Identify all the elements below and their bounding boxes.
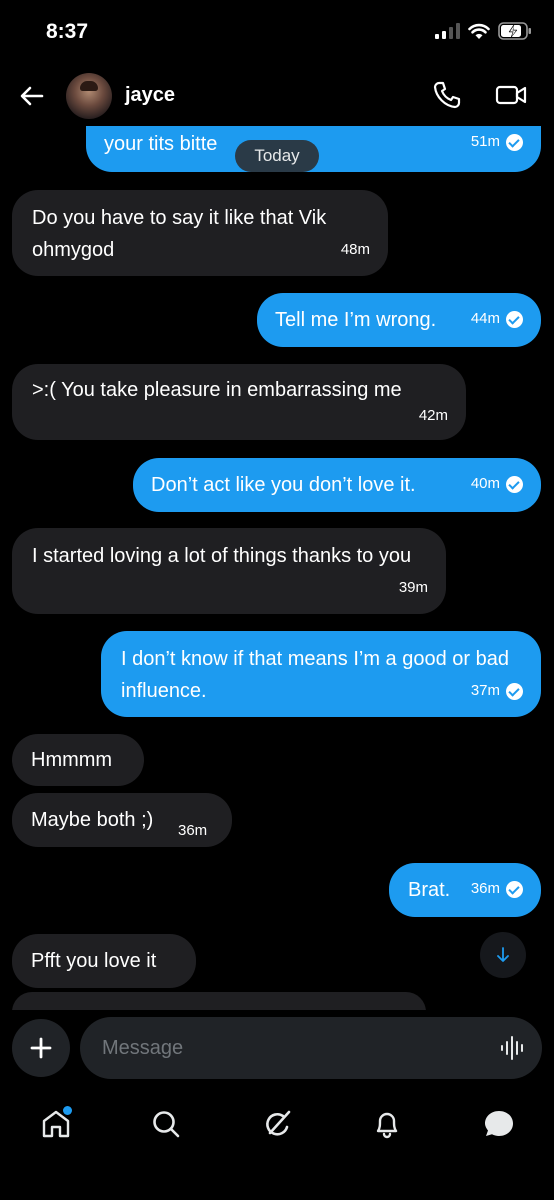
message-time: 48m	[340, 241, 370, 258]
message-bubble-incoming[interactable]: Do you have to say it like that Vik ohmy…	[12, 190, 388, 276]
message-composer	[0, 1012, 554, 1086]
wifi-icon	[468, 23, 490, 39]
message-bubble-incoming[interactable]: >:( You take pleasure in embarrassing me…	[12, 364, 466, 440]
arrow-down-icon	[497, 947, 509, 962]
read-receipt-icon	[506, 682, 523, 700]
search-icon	[153, 1111, 180, 1138]
message-bubble-incoming[interactable]: Pfft you love it	[12, 934, 196, 988]
message-text: I started loving a lot of things thanks …	[32, 545, 412, 567]
date-separator: Today	[235, 140, 319, 172]
message-meta: 42m	[419, 400, 448, 432]
notification-dot	[63, 1106, 72, 1115]
message-bubble-incoming[interactable]	[12, 992, 426, 1010]
message-bubble-outgoing[interactable]: Don’t act like you don’t love it. 40m	[133, 458, 541, 512]
tab-grok[interactable]	[257, 1104, 297, 1144]
grok-icon	[266, 1110, 291, 1136]
status-bar: 8:37	[0, 0, 554, 64]
message-time: 51m	[470, 133, 500, 150]
video-camera-icon	[495, 85, 527, 105]
message-meta: 36m	[471, 873, 523, 905]
read-receipt-icon	[506, 475, 523, 493]
message-text: I don’t know if that means I’m a good or…	[121, 648, 509, 702]
message-meta: 37m	[471, 675, 523, 707]
read-receipt-icon	[506, 880, 523, 898]
notifications-icon	[376, 1112, 398, 1139]
message-time: 36m	[178, 822, 208, 839]
message-text: Brat.	[408, 879, 451, 901]
cellular-signal-icon	[435, 23, 460, 39]
message-time: 40m	[470, 475, 500, 492]
message-meta: 40m	[471, 468, 523, 500]
message-list[interactable]: Today your tits bitte 51m Do you have to…	[0, 126, 554, 1010]
message-bubble-incoming[interactable]: Hmmmm	[12, 734, 144, 786]
message-time: 37m	[470, 682, 500, 699]
messages-icon	[485, 1111, 513, 1136]
scroll-to-bottom-button[interactable]	[480, 932, 526, 978]
message-text: >:( You take pleasure in embarrassing me	[32, 379, 402, 401]
message-time: 42m	[418, 407, 448, 424]
message-input[interactable]	[80, 1017, 542, 1079]
message-text: Maybe both ;)	[31, 809, 154, 831]
message-text: Hmmmm	[31, 749, 113, 771]
back-button[interactable]	[16, 80, 48, 112]
message-bubble-outgoing[interactable]: I don’t know if that means I’m a good or…	[101, 631, 541, 717]
status-time: 8:37	[46, 20, 89, 43]
message-text: Do you have to say it like that Vik ohmy…	[32, 207, 327, 261]
message-text: Pfft you love it	[31, 950, 157, 972]
tab-notifications[interactable]	[367, 1104, 407, 1144]
bottom-tab-bar	[0, 1090, 554, 1200]
message-meta: 48m	[341, 234, 370, 266]
voice-message-button[interactable]	[498, 1034, 526, 1062]
read-receipt-icon	[506, 133, 523, 151]
tab-messages[interactable]	[479, 1104, 519, 1144]
video-call-button[interactable]	[494, 78, 528, 112]
message-time: 36m	[470, 880, 500, 897]
tab-search[interactable]	[146, 1104, 186, 1144]
phone-icon	[433, 81, 461, 109]
message-text: your tits bitte	[104, 133, 218, 155]
status-icons	[435, 22, 532, 40]
message-bubble-outgoing[interactable]: Brat. 36m	[389, 863, 541, 917]
back-arrow-icon	[20, 86, 44, 106]
contact-name[interactable]: jayce	[125, 84, 175, 107]
message-time: 39m	[398, 579, 428, 596]
message-bubble-incoming[interactable]: Maybe both ;) 36m	[12, 793, 232, 847]
message-meta: 39m	[399, 572, 428, 604]
message-time: 44m	[470, 310, 500, 327]
message-meta: 51m	[471, 126, 523, 158]
voice-call-button[interactable]	[430, 78, 464, 112]
message-meta: 44m	[471, 303, 523, 335]
message-bubble-incoming[interactable]: I started loving a lot of things thanks …	[12, 528, 446, 614]
message-text: Don’t act like you don’t love it.	[151, 474, 416, 496]
plus-icon	[30, 1037, 52, 1059]
tab-home[interactable]	[36, 1104, 76, 1144]
message-bubble-outgoing[interactable]: Tell me I’m wrong. 44m	[257, 293, 541, 347]
add-attachment-button[interactable]	[12, 1019, 70, 1077]
battery-icon	[498, 22, 531, 40]
read-receipt-icon	[506, 310, 523, 328]
conversation-header: jayce	[0, 64, 554, 126]
contact-avatar[interactable]	[66, 73, 112, 119]
message-text: Tell me I’m wrong.	[275, 309, 437, 331]
waveform-icon	[501, 1036, 523, 1060]
